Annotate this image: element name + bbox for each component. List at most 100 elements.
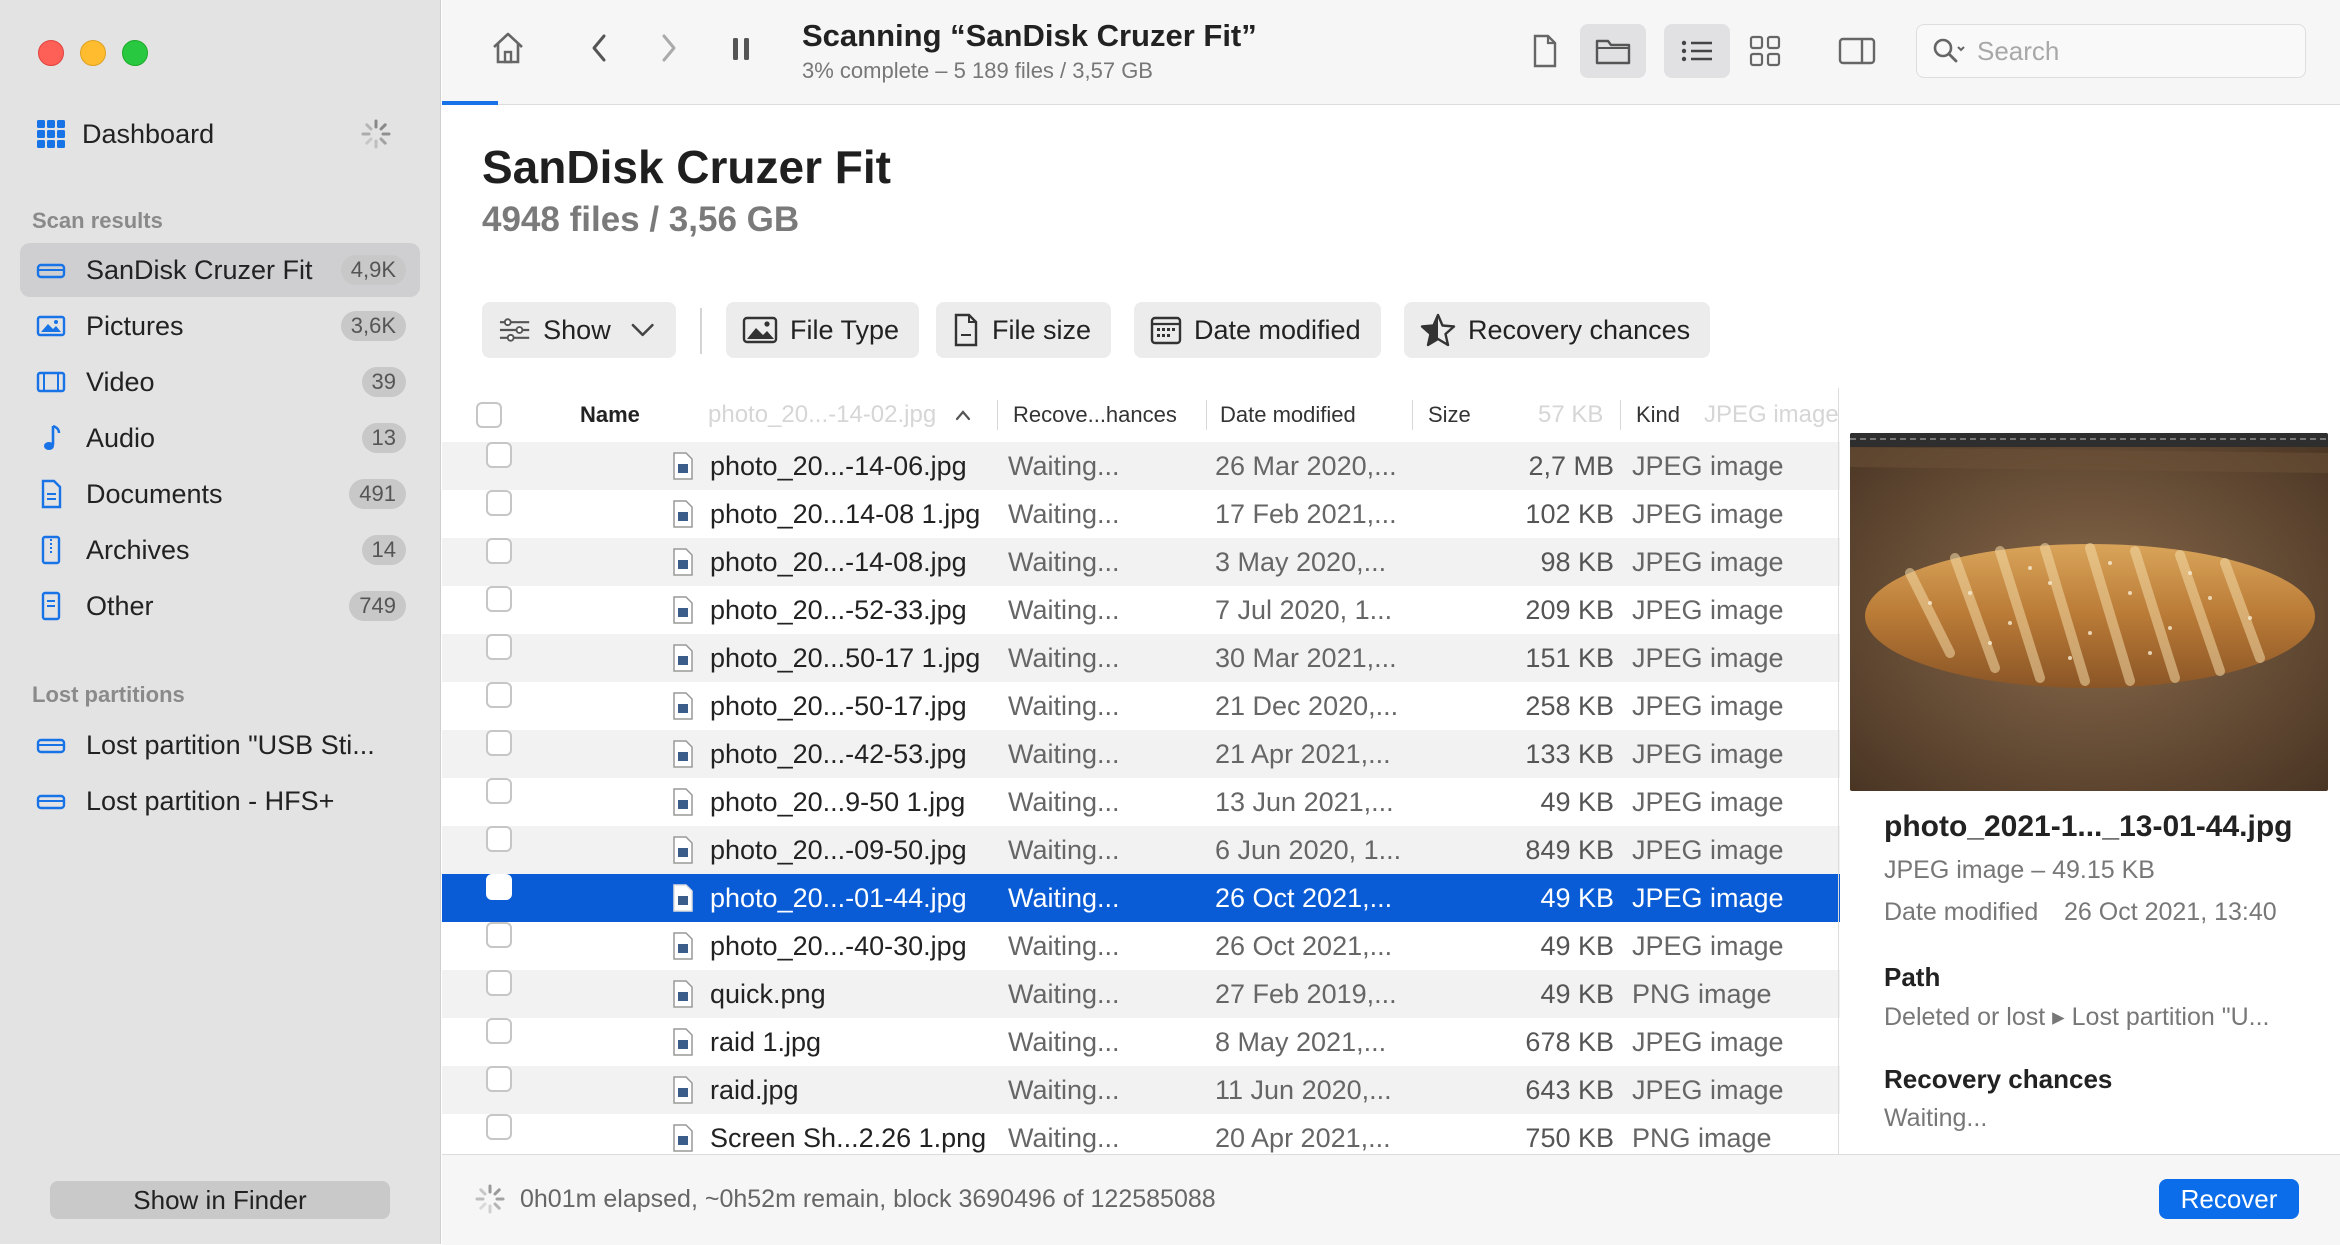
recovery-chance: Waiting... bbox=[1008, 739, 1120, 769]
file-size-filter-label: File size bbox=[992, 314, 1092, 345]
sort-ascending-icon[interactable] bbox=[954, 408, 972, 422]
search-input[interactable] bbox=[1975, 34, 2279, 68]
show-filter-button[interactable]: Show bbox=[482, 302, 676, 358]
file-kind: JPEG image bbox=[1632, 1075, 1784, 1105]
table-row-selected[interactable]: photo_20...-01-44.jpg Waiting... 26 Oct … bbox=[442, 874, 1840, 922]
table-row[interactable]: photo_20...-14-08.jpg Waiting... 3 May 2… bbox=[442, 538, 1840, 586]
forward-icon[interactable] bbox=[654, 28, 684, 68]
table-row[interactable]: photo_20...14-08 1.jpg Waiting... 17 Feb… bbox=[442, 490, 1840, 538]
row-checkbox[interactable] bbox=[486, 682, 512, 708]
sidebar-item-audio[interactable]: Audio 13 bbox=[20, 411, 420, 465]
row-checkbox[interactable] bbox=[486, 1018, 512, 1044]
table-row[interactable]: raid 1.jpg Waiting... 8 May 2021,... 678… bbox=[442, 1018, 1840, 1066]
sidebar-item-lost-hfs[interactable]: Lost partition - HFS+ bbox=[20, 774, 420, 828]
row-checkbox[interactable] bbox=[486, 922, 512, 948]
close-window-button[interactable] bbox=[38, 40, 64, 66]
file-kind: JPEG image bbox=[1632, 595, 1784, 625]
sidebar-item-documents[interactable]: Documents 491 bbox=[20, 467, 420, 521]
date-modified: 27 Feb 2019,... bbox=[1215, 979, 1397, 1009]
row-checkbox[interactable] bbox=[486, 874, 512, 900]
sidebar-item-lost-usb[interactable]: Lost partition "USB Sti... bbox=[20, 718, 420, 772]
column-header-recovery[interactable]: Recove...hances bbox=[1013, 388, 1177, 442]
minimize-window-button[interactable] bbox=[80, 40, 106, 66]
preview-thumbnail bbox=[1850, 433, 2328, 791]
sidebar-item-archives[interactable]: Archives 14 bbox=[20, 523, 420, 577]
zoom-window-button[interactable] bbox=[122, 40, 148, 66]
preview-path-value: Deleted or lost ▸ Lost partition "U... bbox=[1884, 1003, 2270, 1031]
column-divider bbox=[1412, 400, 1413, 430]
column-header-name[interactable]: Name bbox=[580, 388, 640, 442]
sidebar-item-dashboard[interactable]: Dashboard bbox=[36, 112, 416, 156]
image-file-icon bbox=[673, 1028, 693, 1056]
table-row[interactable]: photo_20...-14-06.jpg Waiting... 26 Mar … bbox=[442, 442, 1840, 490]
file-size-filter-button[interactable]: File size bbox=[936, 302, 1112, 358]
sidebar-item-label: Pictures bbox=[86, 310, 184, 341]
folder-view-button[interactable] bbox=[1580, 24, 1646, 78]
row-checkbox[interactable] bbox=[486, 730, 512, 756]
file-name: photo_20...-50-17.jpg bbox=[710, 691, 967, 721]
pause-icon[interactable] bbox=[726, 28, 756, 68]
row-checkbox[interactable] bbox=[486, 586, 512, 612]
table-row[interactable]: photo_20...-09-50.jpg Waiting... 6 Jun 2… bbox=[442, 826, 1840, 874]
table-row[interactable]: quick.png Waiting... 27 Feb 2019,... 49 … bbox=[442, 970, 1840, 1018]
select-all-checkbox[interactable] bbox=[476, 402, 502, 428]
column-header-size[interactable]: Size bbox=[1428, 388, 1471, 442]
column-header-kind[interactable]: Kind bbox=[1636, 388, 1680, 442]
date-modified: 3 May 2020,... bbox=[1215, 547, 1387, 577]
sidebar-item-other[interactable]: Other 749 bbox=[20, 579, 420, 633]
date-modified: 8 May 2021,... bbox=[1215, 1027, 1387, 1057]
status-text: 0h01m elapsed, ~0h52m remain, block 3690… bbox=[520, 1185, 1216, 1213]
row-checkbox[interactable] bbox=[486, 490, 512, 516]
table-row[interactable]: photo_20...-50-17.jpg Waiting... 21 Dec … bbox=[442, 682, 1840, 730]
row-checkbox[interactable] bbox=[486, 538, 512, 564]
search-field[interactable] bbox=[1916, 24, 2306, 78]
sidebar-item-sandisk[interactable]: SanDisk Cruzer Fit 4,9K bbox=[20, 243, 420, 297]
row-checkbox[interactable] bbox=[486, 634, 512, 660]
row-checkbox[interactable] bbox=[486, 826, 512, 852]
file-size: 258 KB bbox=[1525, 691, 1614, 721]
file-name: raid 1.jpg bbox=[710, 1027, 822, 1057]
row-checkbox[interactable] bbox=[486, 1114, 512, 1140]
column-header-date[interactable]: Date modified bbox=[1220, 388, 1356, 442]
file-view-button[interactable] bbox=[1512, 24, 1578, 78]
recovery-chances-filter-button[interactable]: Recovery chances bbox=[1404, 302, 1711, 358]
grid-view-button[interactable] bbox=[1732, 24, 1798, 78]
sidebar-right-icon bbox=[1838, 37, 1876, 65]
preview-file-name: photo_2021-1..._13-01-44.jpg bbox=[1884, 810, 2293, 843]
table-row[interactable]: photo_20...-52-33.jpg Waiting... 7 Jul 2… bbox=[442, 586, 1840, 634]
row-checkbox[interactable] bbox=[486, 442, 512, 468]
row-checkbox[interactable] bbox=[486, 778, 512, 804]
row-checkbox[interactable] bbox=[486, 1066, 512, 1092]
file-name: photo_20...-52-33.jpg bbox=[710, 595, 967, 625]
column-divider bbox=[997, 400, 998, 430]
table-row[interactable]: photo_20...-42-53.jpg Waiting... 21 Apr … bbox=[442, 730, 1840, 778]
list-view-button[interactable] bbox=[1664, 24, 1730, 78]
file-list: photo_20...-14-06.jpg Waiting... 26 Mar … bbox=[442, 442, 1840, 1162]
table-row[interactable]: photo_20...9-50 1.jpg Waiting... 13 Jun … bbox=[442, 778, 1840, 826]
file-kind: JPEG image bbox=[1632, 691, 1784, 721]
back-icon[interactable] bbox=[584, 28, 614, 68]
table-row[interactable]: photo_20...50-17 1.jpg Waiting... 30 Mar… bbox=[442, 634, 1840, 682]
table-row[interactable]: photo_20...-40-30.jpg Waiting... 26 Oct … bbox=[442, 922, 1840, 970]
table-row[interactable]: raid.jpg Waiting... 11 Jun 2020,... 643 … bbox=[442, 1066, 1840, 1114]
window-controls bbox=[38, 40, 148, 66]
file-type-filter-label: File Type bbox=[790, 314, 900, 345]
column-divider bbox=[1620, 400, 1621, 430]
preview-recovery-value: Waiting... bbox=[1884, 1104, 1988, 1132]
preview-panel-toggle[interactable] bbox=[1824, 24, 1890, 78]
show-in-finder-button[interactable]: Show in Finder bbox=[50, 1181, 390, 1219]
file-kind: JPEG image bbox=[1632, 787, 1784, 817]
sidebar-item-pictures[interactable]: Pictures 3,6K bbox=[20, 299, 420, 353]
recovery-chance: Waiting... bbox=[1008, 499, 1120, 529]
sliders-icon bbox=[499, 318, 530, 342]
date-modified: 26 Oct 2021,... bbox=[1215, 883, 1393, 913]
recovery-chance: Waiting... bbox=[1008, 787, 1120, 817]
home-icon[interactable] bbox=[488, 28, 528, 68]
date-modified-filter-button[interactable]: Date modified bbox=[1134, 302, 1381, 358]
recover-button[interactable]: Recover bbox=[2159, 1179, 2299, 1219]
image-file-icon bbox=[673, 884, 693, 912]
file-type-filter-button[interactable]: File Type bbox=[726, 302, 920, 358]
file-name: photo_20...-14-08.jpg bbox=[710, 547, 967, 577]
row-checkbox[interactable] bbox=[486, 970, 512, 996]
sidebar-item-video[interactable]: Video 39 bbox=[20, 355, 420, 409]
